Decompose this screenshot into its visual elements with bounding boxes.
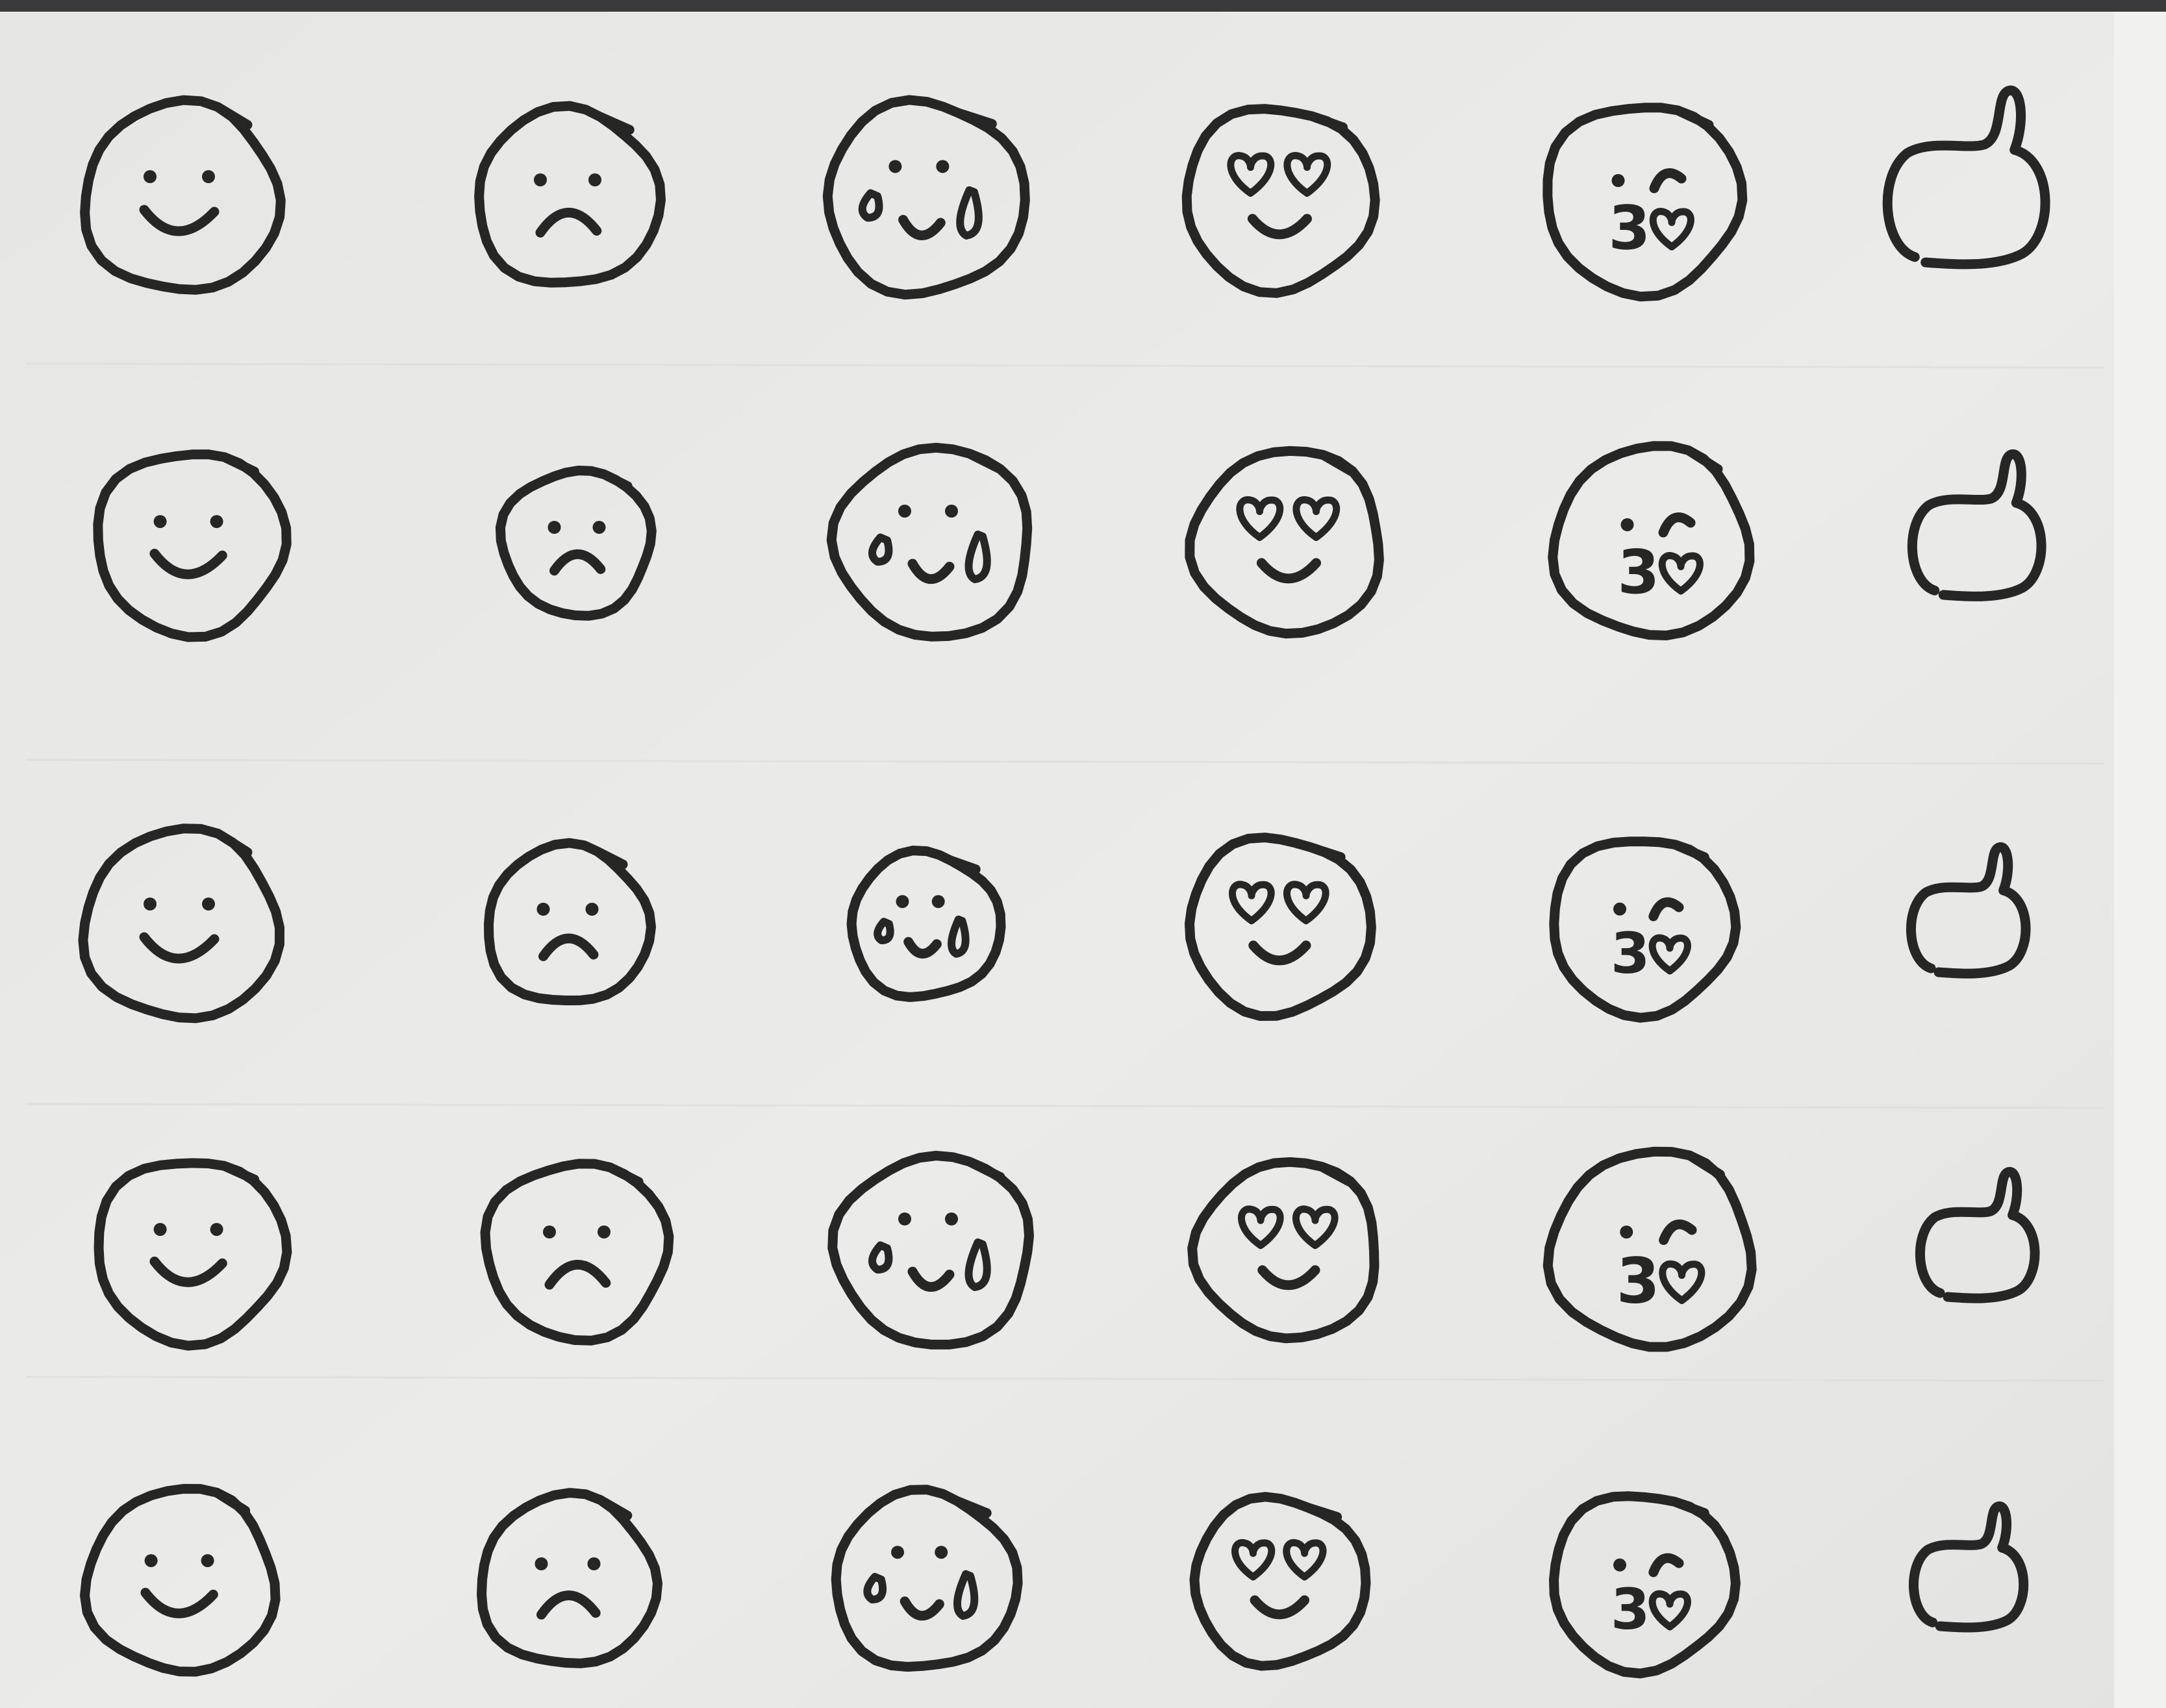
eye-right <box>588 173 601 186</box>
eye-left <box>888 160 902 173</box>
eye-left <box>898 1212 911 1225</box>
eye-left <box>1620 518 1634 531</box>
eye-right <box>587 1557 601 1570</box>
eye-right <box>935 1546 948 1559</box>
eye-left <box>891 1546 904 1559</box>
eye-right <box>592 521 606 534</box>
kiss-mouth: 3 <box>1618 537 1660 607</box>
kiss-mouth: 3 <box>1609 193 1651 263</box>
eye-right <box>202 898 215 911</box>
eye-left <box>548 521 561 534</box>
eye-left <box>535 1557 548 1570</box>
eye-left <box>536 903 550 916</box>
eye-right <box>202 170 215 183</box>
right-margin-strip <box>2114 0 2166 1708</box>
eye-left <box>153 1223 167 1237</box>
eye-left <box>898 505 911 518</box>
eye-right <box>945 505 958 518</box>
kiss-mouth: 3 <box>1617 1245 1660 1318</box>
eye-left <box>1613 902 1626 916</box>
eye-right <box>598 1225 611 1238</box>
kiss-mouth: 3 <box>1611 1577 1650 1642</box>
eye-left <box>543 1225 556 1238</box>
eye-right <box>945 1212 958 1225</box>
eye-left <box>1611 174 1625 187</box>
paper-background <box>0 0 2166 1708</box>
eye-left <box>896 895 909 909</box>
eye-left <box>144 170 157 183</box>
eye-right <box>210 1223 223 1237</box>
eye-right <box>585 903 599 916</box>
eye-left <box>153 515 167 529</box>
eye-left <box>144 898 157 911</box>
eye-left <box>1620 1225 1633 1239</box>
photo-scene: 3 3 3 3 3 <box>0 0 2166 1708</box>
eye-right <box>210 515 223 529</box>
eye-right <box>931 895 945 909</box>
eye-right <box>936 160 950 173</box>
eye-left <box>144 1554 158 1568</box>
eye-right <box>201 1554 214 1568</box>
eye-left <box>534 173 547 186</box>
eye-left <box>1613 1558 1626 1572</box>
kiss-mouth: 3 <box>1611 921 1650 986</box>
top-edge-shadow <box>0 0 2166 12</box>
